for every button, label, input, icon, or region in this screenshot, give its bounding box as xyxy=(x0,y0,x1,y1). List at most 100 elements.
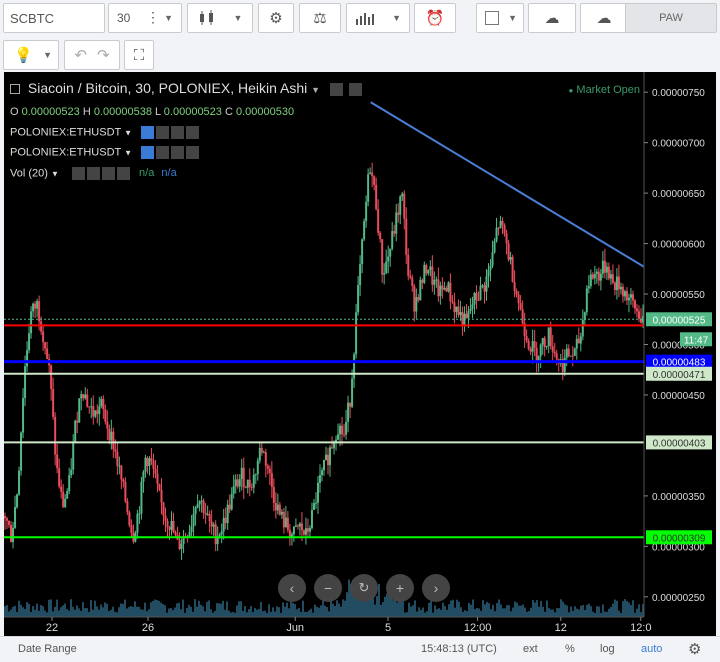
chart-area[interactable]: 0.00000750 0.00000700 0.00000650 0.00000600… xyxy=(4,72,716,636)
volume-bar xyxy=(84,608,86,617)
close-icon[interactable] xyxy=(116,167,130,180)
gear-icon[interactable] xyxy=(348,82,362,96)
gear-icon[interactable]: ⚙ xyxy=(688,640,701,658)
ext-toggle[interactable]: ext xyxy=(523,643,538,655)
gear-icon[interactable] xyxy=(86,167,100,180)
clock-readout: 15:48:13 (UTC) xyxy=(421,643,497,655)
redo-icon[interactable]: ↷ xyxy=(97,46,110,64)
log-toggle[interactable]: log xyxy=(600,643,615,655)
eye-icon[interactable] xyxy=(141,146,155,159)
chevron-down-icon[interactable]: ▼ xyxy=(124,148,132,157)
chevron-down-icon: ▼ xyxy=(508,13,517,23)
candle-body xyxy=(407,254,410,276)
volume-bar xyxy=(120,603,122,617)
chevron-right-icon[interactable]: › xyxy=(422,574,450,602)
volume-value-2: n/a xyxy=(161,167,177,180)
volume-bar xyxy=(496,603,498,617)
ideas-button[interactable]: 💡 ▼ xyxy=(3,40,59,70)
volume-bar xyxy=(342,599,344,617)
candle-body xyxy=(74,420,77,442)
volume-bar xyxy=(170,607,172,617)
plus-icon[interactable] xyxy=(101,167,115,180)
plus-icon[interactable] xyxy=(171,146,185,159)
gear-icon[interactable] xyxy=(156,126,170,139)
volume-bar xyxy=(562,601,564,617)
candle-body xyxy=(252,474,255,488)
x-tick-label: 12:00 xyxy=(464,622,492,634)
auto-toggle[interactable]: auto xyxy=(641,643,662,655)
market-status: ● Market Open xyxy=(569,84,641,96)
volume-bar xyxy=(58,610,60,617)
close-icon[interactable] xyxy=(186,126,200,139)
fullscreen-button[interactable]: ⛶ xyxy=(124,40,154,70)
volume-bar xyxy=(198,600,200,617)
date-range-button[interactable]: Date Range xyxy=(18,643,77,655)
candle-body xyxy=(589,274,592,287)
candle-body xyxy=(80,394,83,399)
plus-icon[interactable] xyxy=(171,126,185,139)
candle-body xyxy=(465,313,468,319)
collapse-icon[interactable] xyxy=(10,84,20,95)
percent-toggle[interactable]: % xyxy=(565,643,575,655)
volume-legend[interactable]: Vol (20) ▼ n/a n/a xyxy=(10,167,177,180)
chevron-left-icon[interactable]: ‹ xyxy=(278,574,306,602)
volume-bar xyxy=(484,604,486,617)
candle-body xyxy=(246,479,249,488)
candle-body xyxy=(491,252,494,266)
gear-icon[interactable] xyxy=(156,146,170,159)
volume-bar xyxy=(134,601,136,617)
candle-body xyxy=(98,406,101,415)
candle-body xyxy=(264,452,267,466)
eye-icon[interactable] xyxy=(329,82,343,96)
indicators-button[interactable]: ▼ xyxy=(346,3,410,33)
ohlc-close: 0.00000530 xyxy=(236,106,295,118)
candle-body xyxy=(415,297,418,312)
candle-body xyxy=(609,274,612,279)
volume-bar xyxy=(304,611,306,617)
candle-body xyxy=(431,266,434,285)
volume-bar xyxy=(122,603,124,617)
chevron-down-icon[interactable]: ▼ xyxy=(311,85,320,95)
chevron-down-icon: ▼ xyxy=(233,13,243,23)
chevron-down-icon[interactable]: ▼ xyxy=(51,169,59,178)
candle-body xyxy=(168,527,171,530)
alert-button[interactable]: ⏰ xyxy=(414,3,456,33)
rect-icon xyxy=(485,11,499,25)
theme-tab[interactable]: PAW xyxy=(625,3,717,33)
volume-bar xyxy=(234,612,236,617)
volume-bar xyxy=(366,601,368,617)
close-icon[interactable] xyxy=(186,146,200,159)
load-layout-button[interactable]: ☁ xyxy=(528,3,576,33)
volume-bar xyxy=(280,612,282,617)
eye-icon[interactable] xyxy=(71,167,85,180)
save-layout-button[interactable]: ☁ xyxy=(580,3,628,33)
candle-body xyxy=(573,348,576,356)
interval-select[interactable]: 30 ⋮ ▼ xyxy=(108,3,182,33)
eye-icon[interactable] xyxy=(141,126,155,139)
candle-body xyxy=(405,218,408,255)
drawing-button[interactable]: ▼ xyxy=(476,3,524,33)
volume-bar xyxy=(158,600,160,617)
candle-body xyxy=(142,471,145,482)
volume-bar xyxy=(558,608,560,617)
settings-button[interactable]: ⚙ xyxy=(258,3,294,33)
candle-body xyxy=(228,504,231,510)
symbol-search-input[interactable]: SCBTC xyxy=(3,3,105,33)
candle-body xyxy=(210,521,213,527)
volume-bar xyxy=(536,600,538,617)
undo-icon[interactable]: ↶ xyxy=(74,46,87,64)
volume-bar xyxy=(114,611,116,617)
study-legend-1[interactable]: POLONIEX:ETHUSDT ▼ xyxy=(10,126,200,139)
plus-icon[interactable]: + xyxy=(386,574,414,602)
volume-bar xyxy=(64,603,66,617)
reset-icon[interactable]: ↻ xyxy=(350,574,378,602)
chart-style-button[interactable]: ▼ xyxy=(187,3,253,33)
candle-body xyxy=(451,301,454,303)
volume-bar xyxy=(638,604,640,617)
minus-icon[interactable]: − xyxy=(314,574,342,602)
chevron-down-icon[interactable]: ▼ xyxy=(124,128,132,137)
volume-bar xyxy=(42,606,44,617)
volume-bar xyxy=(128,606,130,617)
study-legend-2[interactable]: POLONIEX:ETHUSDT ▼ xyxy=(10,146,200,159)
compare-button[interactable]: ⚖ xyxy=(299,3,341,33)
